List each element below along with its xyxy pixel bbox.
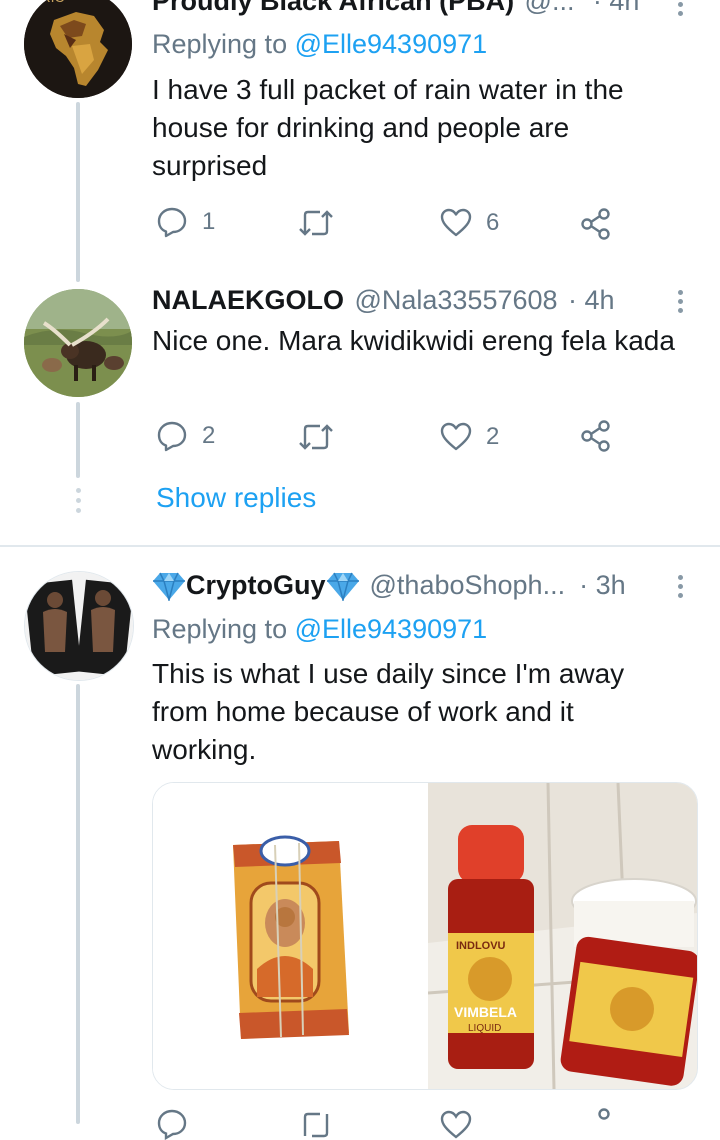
reply-button[interactable]: 1 bbox=[156, 206, 215, 238]
author-name[interactable]: Proudly Black African (PBA) bbox=[152, 0, 514, 16]
tweet-header: Proudly Black African (PBA) @... · 4h bbox=[152, 0, 639, 17]
thread-line bbox=[76, 402, 80, 478]
thread-continuation-dots bbox=[74, 488, 82, 513]
incense-packet-image bbox=[153, 783, 423, 1089]
replying-to-handle[interactable]: @Elle94390971 bbox=[295, 614, 488, 644]
svg-text:FRIC: FRIC bbox=[32, 0, 65, 5]
like-button[interactable]: 6 bbox=[440, 208, 499, 238]
like-button[interactable]: 2 bbox=[440, 422, 499, 452]
avatar[interactable] bbox=[24, 289, 132, 397]
reply-button[interactable] bbox=[156, 1108, 188, 1140]
tweet-header: NALAEKGOLO @Nala33557608 · 4h bbox=[152, 285, 615, 316]
retweet-icon bbox=[303, 1112, 329, 1138]
more-options-icon[interactable] bbox=[668, 0, 692, 24]
replying-to-label: Replying to bbox=[152, 29, 295, 59]
heart-icon bbox=[440, 208, 472, 237]
like-count: 2 bbox=[486, 423, 500, 450]
diamond-emoji-icon bbox=[153, 572, 185, 601]
media-photo-bottles[interactable]: INDLOVU VIMBELA LIQUID bbox=[427, 783, 697, 1089]
replying-to-handle[interactable]: @Elle94390971 bbox=[295, 29, 488, 59]
like-count: 6 bbox=[486, 209, 500, 236]
cattle-avatar-image bbox=[24, 289, 132, 397]
heart-icon bbox=[440, 1110, 472, 1139]
replying-to-label: Replying to bbox=[152, 614, 295, 644]
two-men-avatar-image bbox=[25, 572, 133, 680]
author-handle[interactable]: @Nala33557608 bbox=[354, 285, 557, 315]
show-replies-link[interactable]: Show replies bbox=[156, 482, 316, 514]
diamond-emoji-icon bbox=[326, 572, 359, 601]
replying-to: Replying to @Elle94390971 bbox=[152, 614, 487, 645]
share-button[interactable] bbox=[580, 420, 612, 452]
reply-count: 1 bbox=[202, 208, 216, 235]
more-options-icon[interactable] bbox=[668, 281, 692, 321]
tweet-text: I have 3 full packet of rain water in th… bbox=[152, 74, 624, 181]
thread-line bbox=[76, 684, 80, 1124]
reply-count: 2 bbox=[202, 422, 216, 449]
reply-icon bbox=[157, 207, 187, 238]
avatar[interactable]: FRIC bbox=[24, 0, 132, 98]
africa-map-avatar-image: FRIC bbox=[24, 0, 132, 98]
author-name[interactable]: CryptoGuy bbox=[186, 570, 326, 601]
retweet-icon bbox=[299, 424, 333, 450]
retweet-button[interactable] bbox=[298, 208, 334, 238]
reply-button[interactable]: 2 bbox=[156, 420, 215, 452]
tweet-text: This is what I use daily since I'm away … bbox=[152, 658, 625, 765]
retweet-icon bbox=[299, 210, 333, 236]
tweet-header: CryptoGuy @thaboShoph... · 3h bbox=[152, 570, 626, 601]
media-photo-packet[interactable] bbox=[153, 783, 423, 1089]
author-handle[interactable]: @... bbox=[525, 0, 575, 16]
tweet-text: Nice one. Mara kwidikwidi ereng fela kad… bbox=[152, 325, 675, 356]
tweet-time[interactable]: · 3h bbox=[579, 570, 626, 601]
replying-to: Replying to @Elle94390971 bbox=[152, 29, 487, 60]
share-icon bbox=[598, 1108, 610, 1120]
tweet-media-grid[interactable]: INDLOVU VIMBELA LIQUID bbox=[152, 782, 698, 1090]
retweet-button[interactable] bbox=[298, 1110, 334, 1140]
author-handle[interactable]: @thaboShoph... bbox=[370, 570, 566, 601]
tweet-divider bbox=[0, 545, 720, 547]
share-icon bbox=[581, 420, 610, 452]
reply-icon bbox=[157, 1109, 187, 1140]
vimbela-bottles-image: INDLOVU VIMBELA LIQUID bbox=[427, 783, 697, 1089]
author-name[interactable]: NALAEKGOLO bbox=[152, 285, 344, 315]
share-button[interactable] bbox=[580, 208, 612, 240]
share-icon bbox=[581, 208, 610, 240]
more-options-icon[interactable] bbox=[668, 566, 692, 606]
reply-icon bbox=[157, 421, 187, 452]
bottle-brand-label: INDLOVU bbox=[456, 940, 506, 952]
share-button[interactable] bbox=[580, 1108, 612, 1140]
tweet-time[interactable]: · 4h bbox=[593, 0, 640, 16]
avatar[interactable] bbox=[24, 571, 134, 681]
bottle-product-label: VIMBELA bbox=[454, 1004, 517, 1020]
like-button[interactable] bbox=[440, 1110, 472, 1140]
heart-icon bbox=[440, 422, 472, 451]
bottle-liquid-label: LIQUID bbox=[468, 1023, 501, 1034]
tweet-time[interactable]: · 4h bbox=[568, 285, 615, 315]
thread-line bbox=[76, 102, 80, 282]
retweet-button[interactable] bbox=[298, 422, 334, 452]
